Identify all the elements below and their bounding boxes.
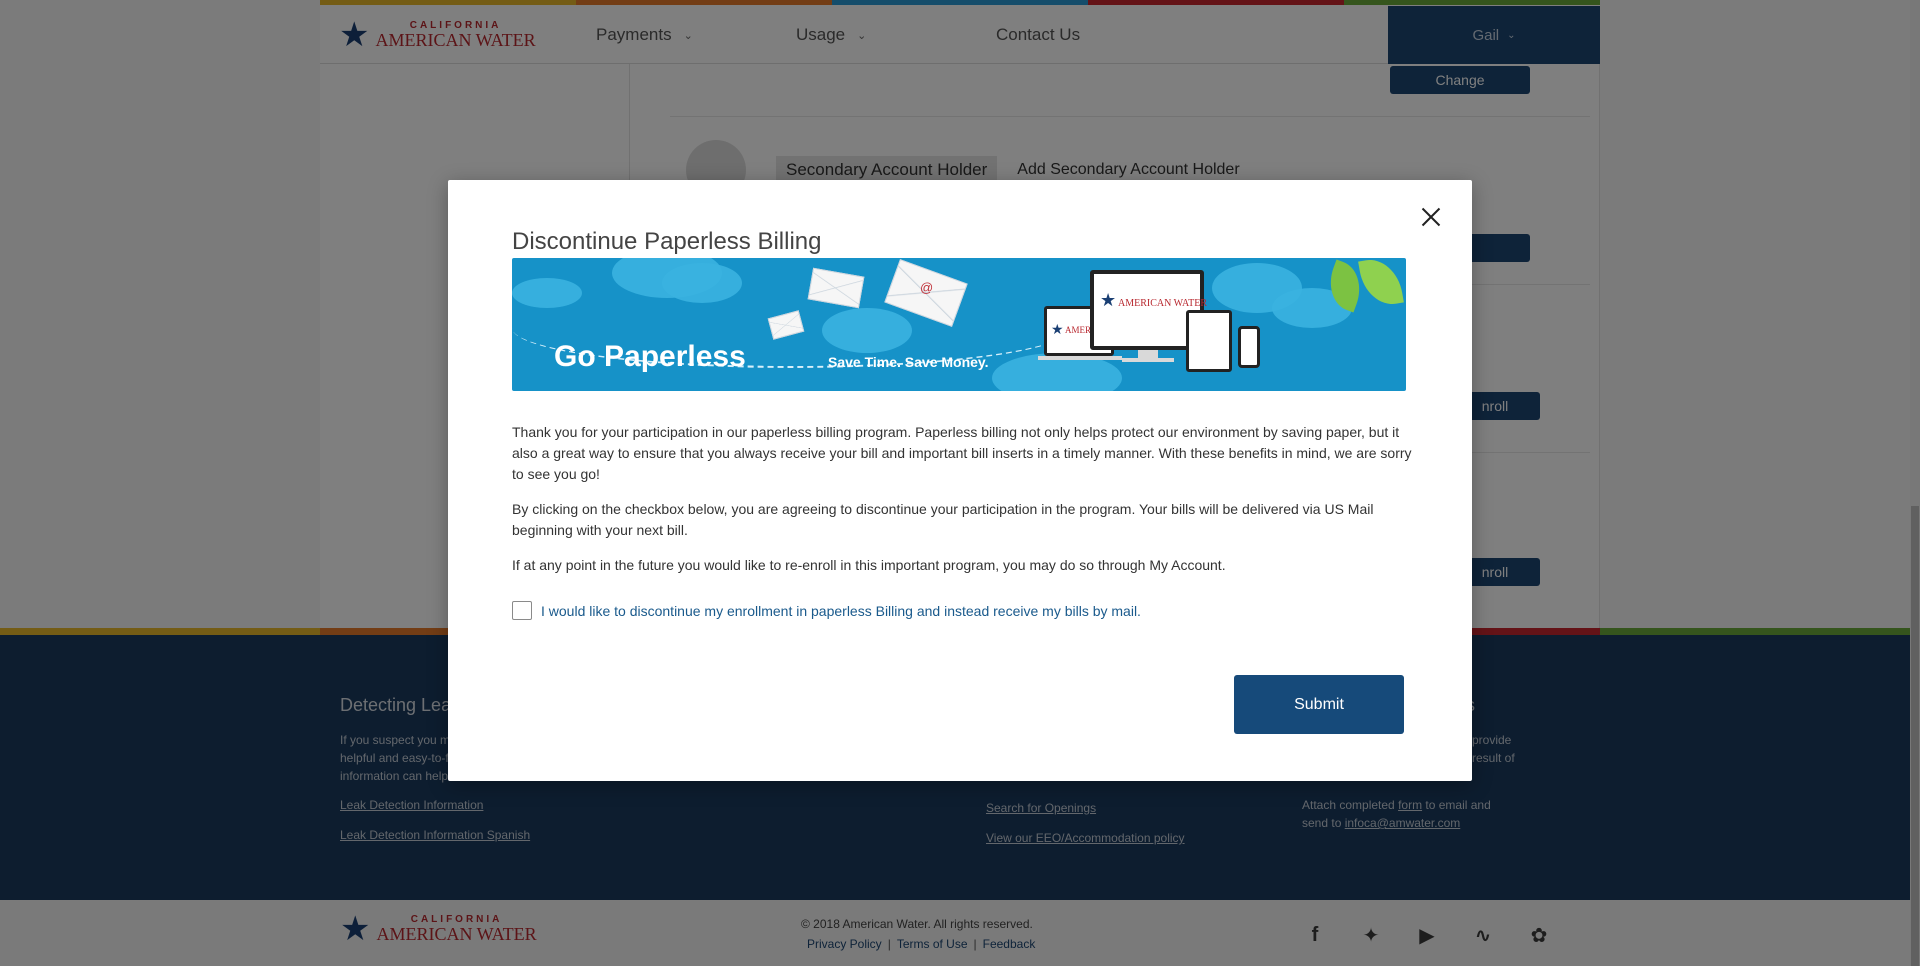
leaf-icon <box>1358 258 1404 309</box>
at-symbol-icon: @ <box>920 280 934 295</box>
discontinue-checkbox-label[interactable]: I would like to discontinue my enrollmen… <box>541 603 1141 619</box>
banner-tagline: Save Time. Save Money. <box>828 354 989 370</box>
tablet-icon <box>1186 310 1232 372</box>
phone-icon <box>1238 326 1260 368</box>
go-paperless-banner: @ ★ AMERICAN W ★ AMERICAN WATER Go Paper… <box>512 258 1406 391</box>
discontinue-paperless-modal: Discontinue Paperless Billing @ ★ AMERIC… <box>448 180 1472 781</box>
paragraph-thank-you: Thank you for your participation in our … <box>512 424 1412 482</box>
banner-heading: Go Paperless <box>554 340 746 373</box>
close-icon[interactable] <box>1418 204 1444 230</box>
paragraph-agreement: By clicking on the checkbox below, you a… <box>512 501 1374 538</box>
discontinue-checkbox-row: I would like to discontinue my enrollmen… <box>512 601 1141 620</box>
modal-title: Discontinue Paperless Billing <box>512 228 822 255</box>
discontinue-checkbox[interactable] <box>512 601 532 620</box>
device-brand-label: AMERICAN WATER <box>1118 298 1207 309</box>
paragraph-reenroll: If at any point in the future you would … <box>512 557 1226 573</box>
submit-button[interactable]: Submit <box>1234 675 1404 734</box>
